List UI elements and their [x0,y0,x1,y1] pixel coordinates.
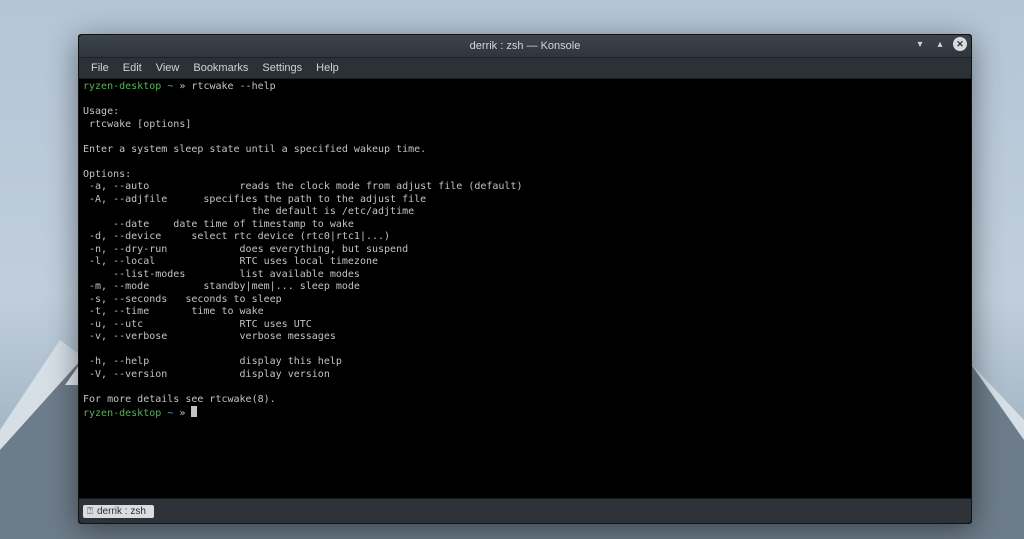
text-cursor [191,406,197,417]
menu-settings[interactable]: Settings [256,60,308,76]
maximize-button[interactable]: ▴ [933,37,947,51]
titlebar[interactable]: derrik : zsh — Konsole ▾ ▴ ✕ [79,35,971,58]
minimize-button[interactable]: ▾ [913,37,927,51]
konsole-window: derrik : zsh — Konsole ▾ ▴ ✕ File Edit V… [78,34,972,524]
terminal-output[interactable]: ryzen-desktop ~ » rtcwake --help Usage: … [79,79,971,498]
window-controls: ▾ ▴ ✕ [913,37,967,51]
menu-file[interactable]: File [85,60,115,76]
tab-session[interactable]: ⍰ derrik : zsh [83,505,154,518]
menu-edit[interactable]: Edit [117,60,148,76]
tabbar: ⍰ derrik : zsh [79,498,971,523]
menu-bookmarks[interactable]: Bookmarks [187,60,254,76]
tab-label: derrik : zsh [97,506,146,517]
close-button[interactable]: ✕ [953,37,967,51]
menubar: File Edit View Bookmarks Settings Help [79,58,971,79]
tab-icon: ⍰ [87,506,93,517]
menu-view[interactable]: View [150,60,186,76]
window-title: derrik : zsh — Konsole [470,40,581,52]
menu-help[interactable]: Help [310,60,345,76]
